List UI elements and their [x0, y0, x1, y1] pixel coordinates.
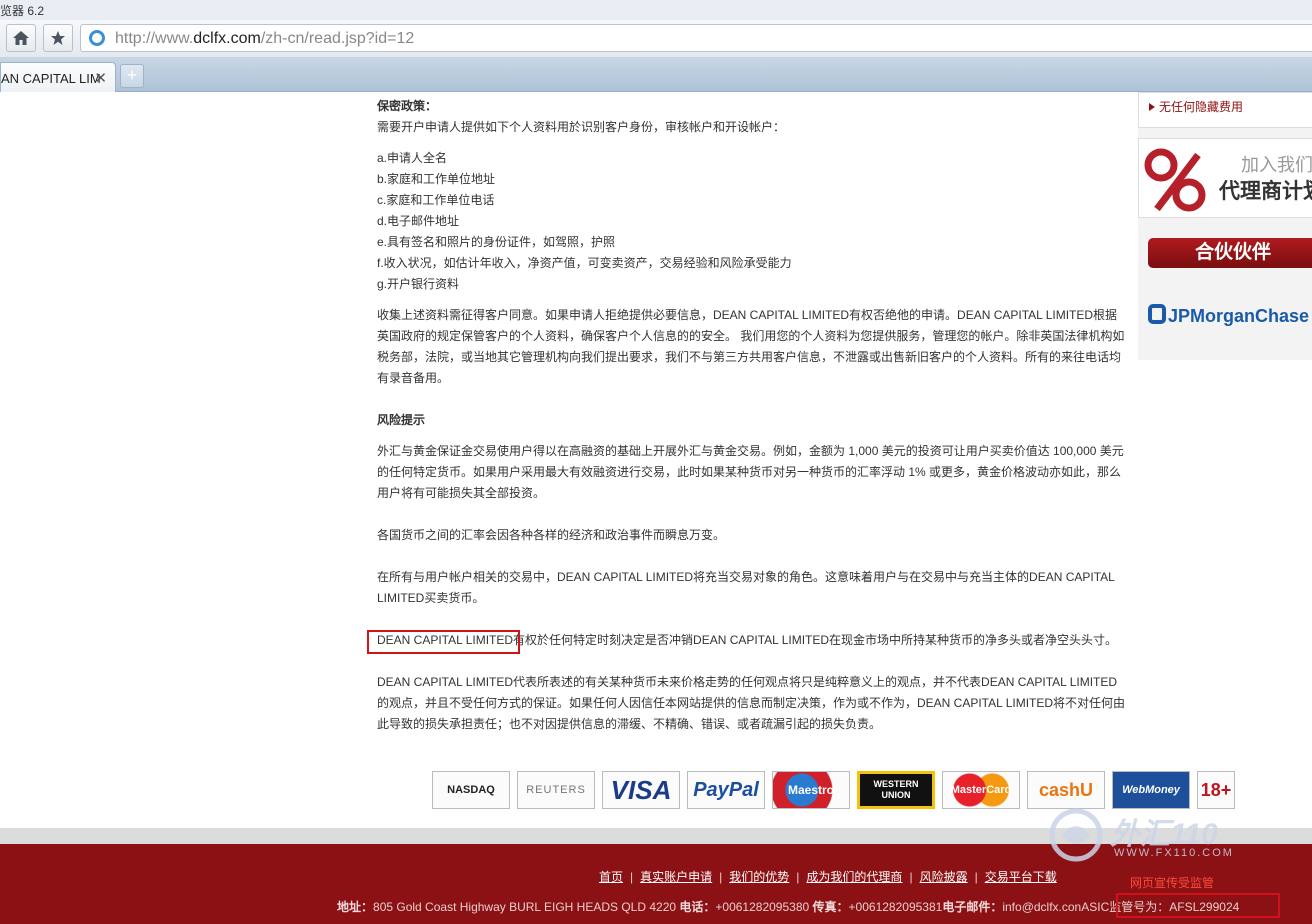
risk-paragraph-5: DEAN CAPITAL LIMITED代表所表述的有关某种货币未来价格走势的任…	[377, 675, 1126, 731]
no-hidden-fees[interactable]: 无任何隐藏费用	[1138, 92, 1312, 128]
agent-plan-banner[interactable]: 加入我们 代理商计划	[1138, 138, 1312, 218]
tab-active[interactable]: AN CAPITAL LIM ✕	[0, 62, 116, 92]
partners-heading: 合伙伙伴	[1148, 238, 1312, 268]
list-item: c.家庭和工作单位电话	[377, 193, 495, 207]
list-item: f.收入状况，如估计年收入，净资产值，可变卖资产，交易经验和风险承受能力	[377, 256, 792, 270]
address-bar[interactable]: http://www.dclfx.com/zh-cn/read.jsp?id=1…	[80, 24, 1312, 52]
footer-fax: +0061282095381	[848, 900, 943, 914]
visa-logo: VISA	[602, 771, 680, 809]
home-button[interactable]	[6, 24, 36, 52]
risk-paragraph-2: 各国货币之间的汇率会因各种各样的经济和政治事件而瞬息万变。	[377, 528, 726, 542]
watermark-site: WWW.FX110.COM	[1114, 847, 1234, 859]
page-security-icon	[89, 30, 105, 46]
join-us-text: 加入我们	[1241, 155, 1312, 175]
partners-section: 合伙伙伴 JPMorganChase	[1138, 230, 1312, 360]
footer-link-become-agent[interactable]: 成为我们的代理商	[806, 870, 902, 884]
right-sidebar: 无任何隐藏费用 加入我们 代理商计划 合伙伙伴 JPMorganChase	[1138, 92, 1312, 360]
list-item: e.具有签名和照片的身份证件，如驾照，护照	[377, 235, 616, 249]
jpmorgan-logo-icon	[1148, 304, 1166, 324]
footer-link-platform-download[interactable]: 交易平台下载	[985, 870, 1057, 884]
footer-contact: 地址：805 Gold Coast Highway BURL EIGH HEAD…	[337, 900, 1240, 914]
globe-icon	[1049, 808, 1103, 862]
mastercard-logo: MasterCard	[942, 771, 1020, 809]
footer-link-home[interactable]: 首页	[599, 870, 623, 884]
payment-logos: NASDAQ REUTERS VISA PayPal Maestro WESTE…	[432, 771, 1235, 809]
footer-address: 805 Gold Coast Highway BURL EIGH HEADS Q…	[373, 900, 677, 914]
partner-name: JPMorganChase	[1168, 306, 1310, 326]
window-title: 览器 6.2	[0, 4, 45, 18]
list-item: d.电子邮件地址	[377, 214, 460, 228]
navigation-bar: http://www.dclfx.com/zh-cn/read.jsp?id=1…	[0, 20, 1312, 58]
footer-email[interactable]: info@dclfx.con	[1002, 900, 1081, 914]
url-path: /zh-cn/read.jsp?id=12	[260, 30, 415, 47]
maestro-logo: Maestro	[772, 771, 850, 809]
watermark-notice: 网页宣传受监管	[1130, 876, 1215, 890]
star-icon	[51, 31, 65, 45]
asic-highlight-box	[1116, 893, 1280, 918]
tab-close-icon[interactable]: ✕	[94, 69, 107, 87]
tab-label: AN CAPITAL LIM	[1, 71, 101, 86]
percent-icon	[1144, 148, 1206, 212]
nasdaq-logo: NASDAQ	[432, 771, 510, 809]
reuters-logo: REUTERS	[517, 771, 595, 809]
highlight-box	[367, 630, 520, 654]
webmoney-logo: WebMoney	[1112, 771, 1190, 809]
list-item: a.申请人全名	[377, 151, 448, 165]
list-item: b.家庭和工作单位地址	[377, 172, 496, 186]
collect-paragraph: 收集上述资料需征得客户同意。如果申请人拒绝提供必要信息，DEAN CAPITAL…	[377, 308, 1125, 385]
risk-heading: 风险提示	[377, 413, 426, 427]
footer-phone: +0061282095380	[715, 900, 810, 914]
cashu-logo: cashU	[1027, 771, 1105, 809]
tab-bar: AN CAPITAL LIM ✕ +	[0, 58, 1312, 92]
age-18-badge: 18+	[1197, 771, 1235, 809]
footer-link-real-account[interactable]: 真实账户申请	[640, 870, 712, 884]
new-tab-button[interactable]: +	[120, 64, 144, 88]
url-domain: dclfx.com	[193, 30, 261, 47]
footer-link-risk-disclosure[interactable]: 风险披露	[920, 870, 968, 884]
privacy-intro: 需要开户申请人提供如下个人资料用於识别客户身份，审核帐户和开设帐户：	[377, 120, 786, 134]
home-icon	[13, 31, 29, 45]
agent-plan-text: 代理商计划	[1219, 180, 1312, 203]
western-union-logo: WESTERN UNION	[857, 771, 935, 809]
favorite-button[interactable]	[43, 24, 73, 52]
risk-paragraph-1: 外汇与黄金保证金交易使用户得以在高融资的基础上开展外汇与黄金交易。例如，金额为 …	[377, 444, 1124, 500]
risk-paragraph-3: 在所有与用户帐户相关的交易中，DEAN CAPITAL LIMITED将充当交易…	[377, 570, 1115, 605]
footer-links: 首页 | 真实账户申请 | 我们的优势 | 成为我们的代理商 | 风险披露 | 交易平台下载	[599, 870, 1057, 884]
triangle-bullet-icon	[1149, 103, 1155, 111]
watermark-fx110: 外汇110 WWW.FX110.COM	[1048, 805, 1260, 867]
list-item: g.开户银行资料	[377, 277, 460, 291]
footer-link-advantages[interactable]: 我们的优势	[729, 870, 789, 884]
privacy-heading: 保密政策：	[377, 99, 438, 113]
window-titlebar: 览器 6.2	[0, 0, 1312, 20]
paypal-logo: PayPal	[687, 771, 765, 809]
url-prefix: http://www.	[115, 30, 194, 47]
